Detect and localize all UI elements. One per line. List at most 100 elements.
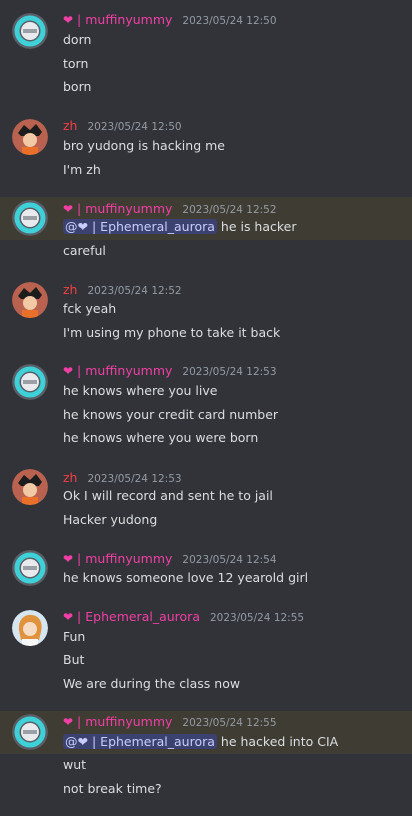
mention-text: he hacked into CIA (220, 734, 339, 749)
timestamp: 2023/05/24 12:50 (182, 15, 277, 27)
timestamp: 2023/05/24 12:55 (182, 717, 277, 729)
avatar-ring-icon (12, 550, 48, 586)
timestamp: 2023/05/24 12:53 (87, 473, 182, 485)
heart-icon: ❤ (63, 715, 74, 729)
message-line: I'm zh (63, 162, 101, 177)
user-mention[interactable]: @❤ | Ephemeral_aurora (63, 219, 217, 234)
message-group-highlighted: ❤ | muffinyummy 2023/05/24 12:55 @❤ | Ep… (0, 711, 412, 754)
timestamp: 2023/05/24 12:52 (182, 204, 277, 216)
author-name[interactable]: zh (63, 282, 77, 297)
mention-name: Ephemeral_aurora (100, 219, 215, 234)
chat-log: ❤ | muffinyummy 2023/05/24 12:50 dorn to… (0, 0, 412, 816)
message-line: wut (63, 757, 87, 772)
author-name[interactable]: Ephemeral_aurora (85, 609, 200, 624)
author-name[interactable]: muffinyummy (85, 714, 172, 729)
message-line: he knows where you were born (63, 430, 259, 445)
author-name[interactable]: zh (63, 118, 77, 133)
message-header: ❤ | muffinyummy 2023/05/24 12:53 (63, 362, 277, 380)
author-name[interactable]: muffinyummy (85, 551, 172, 566)
user-mention[interactable]: @❤ | Ephemeral_aurora (63, 734, 217, 749)
message-line: Fun (63, 629, 86, 644)
mention-separator: | (91, 734, 97, 749)
avatar-ring-icon (12, 13, 48, 49)
message-line: @❤ | Ephemeral_aurora he is hacker (63, 217, 297, 237)
mention-separator: | (91, 219, 97, 234)
message-line: I'm using my phone to take it back (63, 325, 281, 340)
message-header: ❤ | muffinyummy 2023/05/24 12:55 (63, 713, 277, 731)
message-line: he knows someone love 12 yearold girl (63, 570, 309, 585)
avatar[interactable] (12, 282, 48, 318)
message-continuation: careful (0, 240, 412, 264)
message-header: ❤ | muffinyummy 2023/05/24 12:52 (63, 200, 277, 218)
heart-icon: ❤ (77, 734, 88, 749)
message-line: careful (63, 243, 106, 258)
message-header: ❤ | muffinyummy 2023/05/24 12:50 (63, 11, 277, 29)
avatar-character-icon (12, 119, 48, 155)
message-line: Hacker yudong (63, 512, 158, 527)
avatar-ring-icon (12, 364, 48, 400)
avatar[interactable] (12, 714, 48, 750)
timestamp: 2023/05/24 12:54 (182, 554, 277, 566)
author-name[interactable]: muffinyummy (85, 12, 172, 27)
mention-text: he is hacker (220, 219, 297, 234)
author-name[interactable]: muffinyummy (85, 363, 172, 378)
mention-at: @ (65, 219, 78, 234)
avatar[interactable] (12, 550, 48, 586)
author-separator: | (77, 12, 82, 27)
message-line: bro yudong is hacking me (63, 138, 225, 153)
avatar[interactable] (12, 119, 48, 155)
message-group: ❤ | muffinyummy 2023/05/24 12:54 he know… (0, 542, 412, 596)
timestamp: 2023/05/24 12:50 (87, 121, 182, 133)
author-separator: | (77, 363, 82, 378)
avatar[interactable] (12, 610, 48, 646)
message-line: fck yeah (63, 301, 117, 316)
avatar[interactable] (12, 13, 48, 49)
avatar-character-icon (12, 469, 48, 505)
message-line: born (63, 79, 92, 94)
heart-icon: ❤ (77, 219, 88, 234)
message-continuation: wut not break time? (0, 754, 412, 804)
message-header: zh 2023/05/24 12:52 (63, 281, 182, 299)
avatar-girl-icon (12, 610, 48, 646)
message-line: he knows your credit card number (63, 407, 279, 422)
avatar[interactable] (12, 200, 48, 236)
message-line: Ok I will record and sent he to jail (63, 488, 273, 503)
message-line: he knows where you live (63, 383, 218, 398)
heart-icon: ❤ (63, 552, 74, 566)
avatar[interactable] (12, 364, 48, 400)
message-header: zh 2023/05/24 12:53 (63, 469, 182, 487)
message-header: ❤ | Ephemeral_aurora 2023/05/24 12:55 (63, 608, 304, 626)
message-line: not break time? (63, 781, 162, 796)
mention-name: Ephemeral_aurora (100, 734, 215, 749)
author-name[interactable]: muffinyummy (85, 201, 172, 216)
message-line: @❤ | Ephemeral_aurora he hacked into CIA (63, 732, 338, 752)
message-line: dorn (63, 32, 92, 47)
message-header: zh 2023/05/24 12:50 (63, 117, 182, 135)
timestamp: 2023/05/24 12:52 (87, 285, 182, 297)
message-line: We are during the class now (63, 676, 241, 691)
message-group-highlighted: ❤ | muffinyummy 2023/05/24 12:52 @❤ | Ep… (0, 197, 412, 240)
author-separator: | (77, 201, 82, 216)
message-group: zh 2023/05/24 12:50 bro yudong is hackin… (0, 110, 412, 186)
author-separator: | (77, 551, 82, 566)
author-separator: | (77, 714, 82, 729)
author-separator: | (77, 609, 82, 624)
heart-icon: ❤ (63, 364, 74, 378)
avatar-ring-icon (12, 714, 48, 750)
heart-icon: ❤ (63, 610, 74, 624)
avatar[interactable] (12, 469, 48, 505)
heart-icon: ❤ (63, 202, 74, 216)
message-header: ❤ | muffinyummy 2023/05/24 12:54 (63, 550, 277, 568)
message-group: ❤ | Ephemeral_aurora 2023/05/24 12:55 Fu… (0, 601, 412, 701)
timestamp: 2023/05/24 12:55 (209, 612, 305, 624)
author-name[interactable]: zh (63, 470, 77, 485)
mention-at: @ (65, 734, 78, 749)
message-group: zh 2023/05/24 12:53 Ok I will record and… (0, 461, 412, 537)
message-line: torn (63, 56, 89, 71)
message-group: zh 2023/05/24 12:52 fck yeah I'm using m… (0, 273, 412, 349)
heart-icon: ❤ (63, 13, 74, 27)
message-line: But (63, 652, 85, 667)
avatar-ring-icon (12, 200, 48, 236)
timestamp: 2023/05/24 12:53 (182, 366, 277, 378)
message-group: ❤ | muffinyummy 2023/05/24 12:53 he know… (0, 355, 412, 455)
